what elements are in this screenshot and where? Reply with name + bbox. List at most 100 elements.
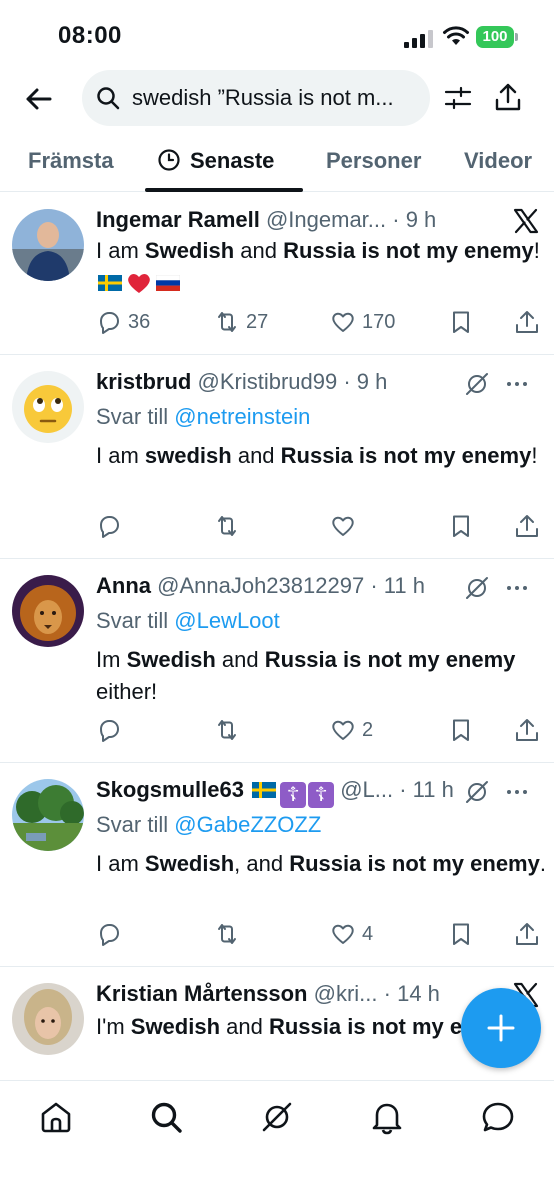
tweet-time: · 9 h: [392, 207, 437, 232]
avatar[interactable]: [12, 371, 84, 443]
search-header: swedish ”Russia is not m...: [0, 70, 554, 130]
share-icon: [516, 923, 538, 945]
grok-icon[interactable]: [259, 1099, 295, 1135]
share-button[interactable]: [514, 715, 540, 745]
display-name[interactable]: Anna: [96, 573, 151, 598]
user-handle[interactable]: @Kristibrud99: [197, 369, 337, 394]
bookmark-button[interactable]: [448, 511, 474, 541]
reply-context: Svar till @LewLoot: [96, 608, 280, 634]
more-icon[interactable]: [504, 371, 530, 397]
sliders-icon[interactable]: [444, 84, 472, 112]
retweet-button[interactable]: [214, 919, 246, 949]
avatar[interactable]: [12, 983, 84, 1055]
share-icon: [516, 311, 538, 333]
russia-flag-icon: [156, 275, 180, 291]
more-icon[interactable]: [504, 779, 530, 805]
like-button[interactable]: 170: [330, 307, 395, 337]
user-handle[interactable]: @kri...: [314, 981, 378, 1006]
search-tabs: Främsta Senaste Personer Videor: [0, 140, 554, 192]
user-handle[interactable]: @L...: [340, 777, 393, 802]
share-button[interactable]: [514, 511, 540, 541]
tweet-text-part: and: [215, 647, 265, 672]
tab-personer[interactable]: Personer: [326, 148, 421, 174]
tweet-actions: 36 27 170: [96, 307, 546, 337]
bookmark-icon: [453, 515, 469, 537]
tweet-text-bold: Swedish: [130, 1014, 221, 1039]
tab-videor[interactable]: Videor: [464, 148, 532, 174]
reply-mention-link[interactable]: @GabeZZOZZ: [174, 812, 321, 837]
orthodox-cross-icon: ☦: [280, 782, 307, 808]
more-icon[interactable]: [504, 575, 530, 601]
reply-context: Svar till @GabeZZOZZ: [96, 812, 321, 838]
x-logo-icon: [513, 208, 539, 234]
arrow-left-icon[interactable]: [24, 84, 54, 114]
tweet-header: Anna @AnnaJoh23812297 · 11 h: [96, 573, 476, 599]
compose-button[interactable]: [461, 988, 541, 1068]
home-icon[interactable]: [38, 1099, 74, 1135]
bookmark-button[interactable]: [448, 307, 474, 337]
avatar[interactable]: [12, 209, 84, 281]
active-tab-indicator: [145, 188, 303, 192]
reply-button[interactable]: [96, 511, 128, 541]
bookmark-icon: [453, 923, 469, 945]
tab-senaste[interactable]: Senaste: [158, 148, 274, 174]
user-handle[interactable]: @Ingemar...: [266, 207, 386, 232]
grok-icon[interactable]: [464, 779, 490, 805]
display-name[interactable]: Kristian Mårtensson: [96, 981, 308, 1006]
bookmark-button[interactable]: [448, 715, 474, 745]
display-name[interactable]: Ingemar Ramell: [96, 207, 260, 232]
heart-icon: [332, 312, 354, 332]
avatar[interactable]: [12, 779, 84, 851]
reply-icon: [100, 924, 119, 946]
share-icon[interactable]: [494, 82, 522, 112]
tweet-text-part: , and: [234, 851, 290, 876]
share-button[interactable]: [514, 919, 540, 949]
retweet-button[interactable]: [214, 511, 246, 541]
search-icon[interactable]: [148, 1099, 184, 1135]
clock-icon: [158, 149, 180, 171]
display-name[interactable]: Skogsmulle63: [96, 777, 244, 802]
plus-icon: [487, 1014, 515, 1042]
tweet-text-part: either!: [96, 679, 158, 704]
reply-mention-link[interactable]: @netreinstein: [174, 404, 310, 429]
reply-button[interactable]: [96, 919, 128, 949]
share-button[interactable]: [514, 307, 540, 337]
grok-icon[interactable]: [464, 371, 490, 397]
messages-icon[interactable]: [480, 1099, 516, 1135]
reply-button[interactable]: [96, 715, 128, 745]
like-count: 170: [362, 310, 396, 333]
like-button[interactable]: 2: [330, 715, 373, 745]
tweet-text-bold: Swedish: [144, 238, 235, 263]
reply-button[interactable]: 36: [96, 307, 150, 337]
reply-prefix: Svar till: [96, 812, 175, 837]
like-button[interactable]: 4: [330, 919, 373, 949]
tweet-text-part: !: [531, 443, 538, 468]
bell-icon[interactable]: [369, 1099, 405, 1135]
tweet-text-part: I am: [96, 443, 145, 468]
display-name[interactable]: kristbrud: [96, 369, 191, 394]
tweet[interactable]: Anna @AnnaJoh23812297 · 11 h Svar till @…: [0, 559, 554, 763]
tab-senaste-label: Senaste: [190, 148, 275, 173]
tweet-text-part: I am: [96, 238, 145, 263]
search-input[interactable]: swedish ”Russia is not m...: [82, 70, 430, 126]
bookmark-button[interactable]: [448, 919, 474, 949]
tab-framsta[interactable]: Främsta: [28, 148, 114, 174]
tweet[interactable]: Ingemar Ramell @Ingemar... · 9 h I am Sw…: [0, 193, 554, 355]
retweet-button[interactable]: [214, 715, 246, 745]
grok-icon[interactable]: [464, 575, 490, 601]
tweet-text-part: and: [220, 1014, 269, 1039]
retweet-button[interactable]: 27: [214, 307, 268, 337]
heart-icon: [332, 720, 354, 740]
tweet-text-bold: Russia is not my enemy: [280, 443, 532, 468]
reply-mention-link[interactable]: @LewLoot: [174, 608, 280, 633]
reply-context: Svar till @netreinstein: [96, 404, 310, 430]
user-handle[interactable]: @AnnaJoh23812297: [157, 573, 364, 598]
avatar[interactable]: [12, 575, 84, 647]
like-button[interactable]: [330, 511, 362, 541]
tweet-text-bold: Russia is not my enemy: [283, 238, 534, 263]
tweet[interactable]: Skogsmulle63 ☦ ☦ @L... · 11 h Svar till @…: [0, 763, 554, 967]
tweet[interactable]: kristbrud @Kristibrud99 · 9 h Svar till …: [0, 355, 554, 559]
like-count: 4: [362, 922, 374, 945]
tweet-text: I am Swedish and Russia is not my enemy!…: [96, 235, 546, 299]
reply-prefix: Svar till: [96, 608, 175, 633]
